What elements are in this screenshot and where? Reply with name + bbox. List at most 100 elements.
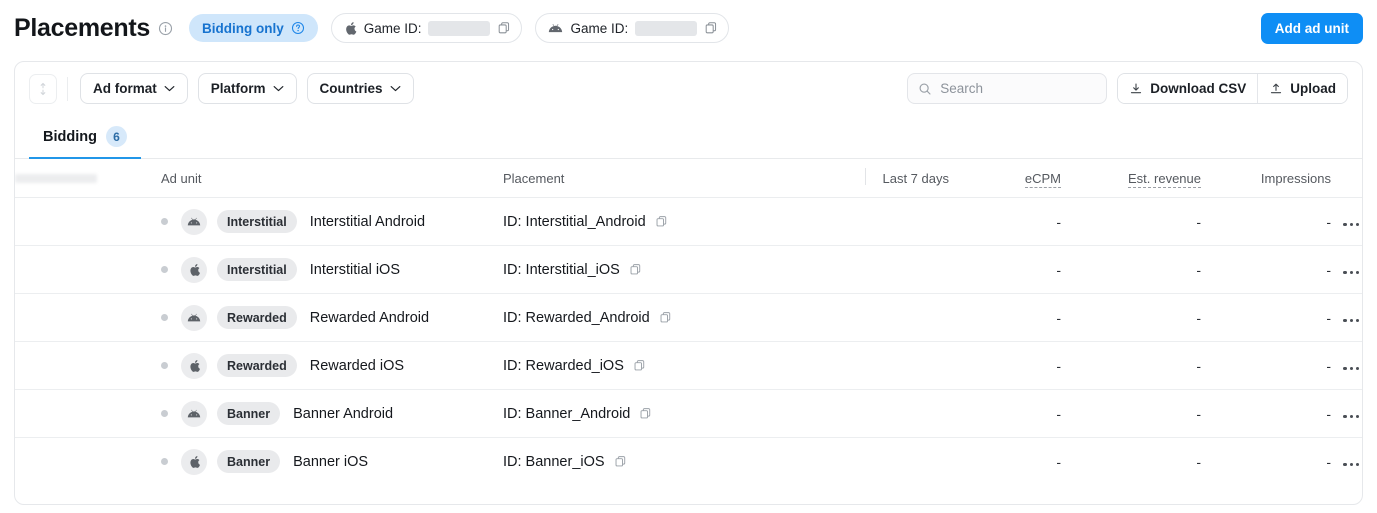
cell-impressions: - xyxy=(1201,197,1331,246)
table-row[interactable]: Interstitial Interstitial iOS ID: Intersti… xyxy=(15,245,1362,294)
kebab-menu-icon[interactable] xyxy=(1341,315,1361,326)
column-ecpm-label: eCPM xyxy=(1024,171,1061,188)
table-row[interactable]: Banner Banner iOS ID: Banner_iOS - - - xyxy=(15,438,1362,486)
placement-id: ID: Banner_Android xyxy=(503,405,631,422)
table-row[interactable]: Rewarded Rewarded Android ID: Rewarded_And… xyxy=(15,293,1362,342)
filter-countries[interactable]: Countries xyxy=(306,73,414,104)
cell-last-7-days xyxy=(865,245,949,294)
cell-est-revenue: - xyxy=(1061,245,1201,294)
copy-icon[interactable] xyxy=(704,21,718,35)
download-csv-label: Download CSV xyxy=(1150,81,1247,96)
ad-unit-name: Banner iOS xyxy=(293,453,369,470)
status-dot xyxy=(161,362,168,369)
placement-id: ID: Rewarded_Android xyxy=(503,309,650,326)
ad-format-badge: Rewarded xyxy=(217,354,297,377)
android-icon xyxy=(181,208,207,235)
table-row[interactable]: Interstitial Interstitial Android ID: Inte… xyxy=(15,197,1362,246)
chevron-down-icon xyxy=(273,85,284,92)
ad-format-badge: Banner xyxy=(217,450,281,474)
column-est-revenue[interactable]: Est. revenue xyxy=(1061,159,1201,198)
upload-button[interactable]: Upload xyxy=(1257,74,1347,103)
export-button-group: Download CSV Upload xyxy=(1117,73,1348,104)
table-row[interactable]: Rewarded Rewarded iOS ID: Rewarded_iOS - - - xyxy=(15,341,1362,390)
cell-placement: ID: Banner_iOS xyxy=(503,438,865,486)
cell-ad-unit: Banner Banner iOS xyxy=(161,438,503,486)
cell-placement: ID: Rewarded_iOS xyxy=(503,341,865,390)
filter-ad-format-label: Ad format xyxy=(93,81,157,96)
column-impressions: Impressions xyxy=(1201,159,1331,198)
column-ecpm[interactable]: eCPM xyxy=(949,159,1061,198)
android-icon xyxy=(181,400,207,427)
ad-format-badge: Rewarded xyxy=(217,306,297,329)
kebab-menu-icon[interactable] xyxy=(1341,411,1361,422)
upload-icon xyxy=(1269,82,1283,96)
column-est-revenue-label: Est. revenue xyxy=(1128,171,1201,188)
cell-ecpm: - xyxy=(1056,453,1061,470)
row-leading-cell xyxy=(15,438,161,486)
column-last-7-days-label: Last 7 days xyxy=(882,171,950,186)
table-toolbar: Ad format Platform Countries Search Down… xyxy=(15,62,1362,115)
table-row[interactable]: Banner Banner Android ID: Banner_Android - -… xyxy=(15,389,1362,438)
copy-icon[interactable] xyxy=(497,21,511,35)
ad-unit-name: Rewarded iOS xyxy=(309,357,405,374)
cell-actions xyxy=(1331,245,1362,294)
copy-icon[interactable] xyxy=(614,455,627,468)
search-input[interactable] xyxy=(940,81,1097,96)
cell-last-7-days xyxy=(865,389,949,438)
cell-placement: ID: Interstitial_Android xyxy=(503,197,865,246)
help-circle-icon[interactable] xyxy=(291,21,305,35)
kebab-menu-icon[interactable] xyxy=(1341,219,1361,230)
cell-impressions: - xyxy=(1326,453,1331,470)
tab-bidding[interactable]: Bidding 6 xyxy=(29,116,141,159)
game-id-value-android[interactable] xyxy=(635,20,698,36)
cell-impressions: - xyxy=(1201,341,1331,390)
cell-last-7-days xyxy=(865,341,949,390)
kebab-menu-icon[interactable] xyxy=(1341,267,1361,278)
kebab-menu-icon[interactable] xyxy=(1341,363,1361,374)
column-last-7-days: Last 7 days xyxy=(865,159,949,198)
status-dot xyxy=(161,314,168,321)
cell-last-7-days xyxy=(865,438,949,486)
ad-format-badge: Banner xyxy=(217,402,281,425)
toolbar-right-group: Download CSV Upload xyxy=(907,73,1348,104)
cell-actions xyxy=(1331,293,1362,342)
info-icon[interactable] xyxy=(158,21,173,36)
placement-id: ID: Banner_iOS xyxy=(503,453,605,470)
column-actions xyxy=(1331,159,1362,198)
row-leading-cell xyxy=(15,389,161,438)
filter-ad-format[interactable]: Ad format xyxy=(80,73,188,104)
copy-icon[interactable] xyxy=(639,407,652,420)
row-leading-cell xyxy=(15,245,161,294)
download-csv-button[interactable]: Download CSV xyxy=(1118,74,1258,103)
filter-countries-label: Countries xyxy=(319,81,383,96)
android-icon xyxy=(181,304,207,331)
copy-icon[interactable] xyxy=(629,263,642,276)
game-id-value-ios[interactable] xyxy=(428,20,491,36)
page-header: Placements Bidding only Game ID: Game ID… xyxy=(0,0,1377,56)
cell-placement: ID: Interstitial_iOS xyxy=(503,245,865,294)
search-box[interactable] xyxy=(907,73,1108,104)
copy-icon[interactable] xyxy=(655,215,668,228)
cell-actions xyxy=(1331,341,1362,390)
game-id-chip-ios[interactable]: Game ID: xyxy=(330,13,523,43)
filter-platform[interactable]: Platform xyxy=(197,73,297,104)
cell-actions xyxy=(1331,197,1362,246)
cell-actions xyxy=(1331,389,1362,438)
row-leading-cell xyxy=(15,197,161,246)
add-ad-unit-button[interactable]: Add ad unit xyxy=(1260,13,1363,44)
cell-ad-unit: Interstitial Interstitial Android xyxy=(161,197,503,246)
cell-est-revenue: - xyxy=(1061,341,1201,390)
cell-ecpm: - xyxy=(949,245,1061,294)
apple-icon xyxy=(181,352,207,379)
copy-icon[interactable] xyxy=(659,311,672,324)
filter-platform-label: Platform xyxy=(210,81,266,96)
copy-icon[interactable] xyxy=(633,359,646,372)
cell-last-7-days xyxy=(865,197,949,246)
game-id-chip-android[interactable]: Game ID: xyxy=(535,13,730,43)
tab-bar: Bidding 6 xyxy=(15,115,1362,159)
sort-vertical-icon[interactable] xyxy=(29,73,57,104)
bidding-only-label: Bidding only xyxy=(201,20,284,36)
bidding-only-pill[interactable]: Bidding only xyxy=(188,14,318,42)
game-id-label-android: Game ID: xyxy=(570,20,629,36)
kebab-menu-icon[interactable] xyxy=(1341,459,1361,470)
